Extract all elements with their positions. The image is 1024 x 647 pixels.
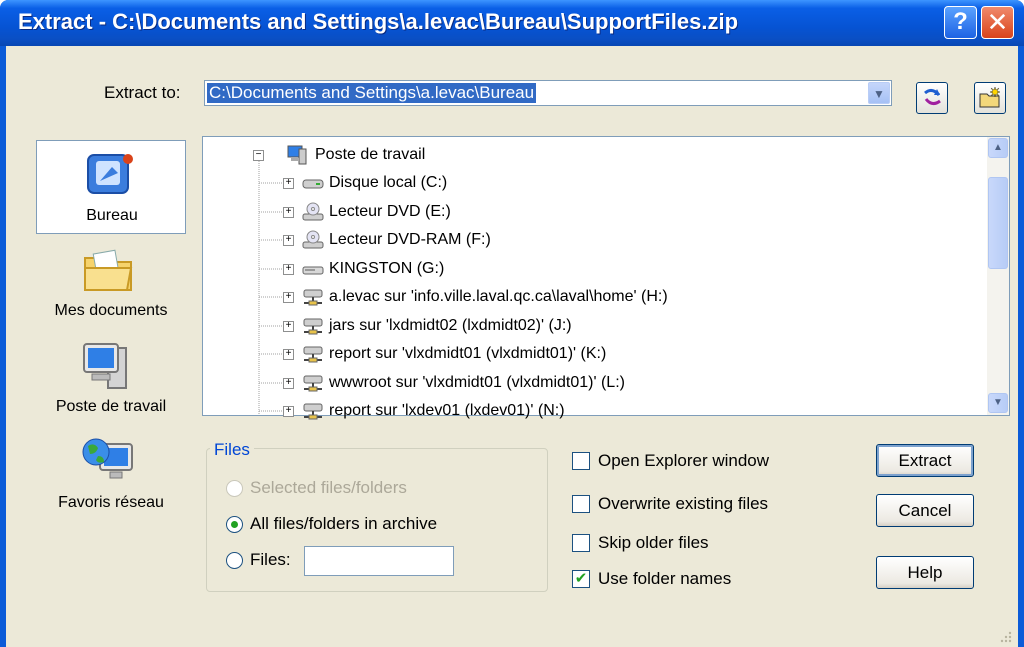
network-drive-icon bbox=[303, 289, 323, 306]
tree-label: jars sur 'lxdmidt02 (lxdmidt02)' (J:) bbox=[329, 316, 572, 334]
folder-tree[interactable]: − Poste de travail + Disque local (C:) + Le… bbox=[202, 136, 1010, 420]
close-button[interactable]: ✕ bbox=[981, 6, 1014, 39]
window-title: Extract - C:\Documents and Settings\a.le… bbox=[18, 9, 739, 34]
expand-icon[interactable]: + bbox=[283, 235, 294, 246]
expand-icon[interactable]: + bbox=[283, 292, 294, 303]
use-folder-names-label[interactable]: Use folder names bbox=[598, 569, 731, 589]
tree-label: KINGSTON (G:) bbox=[329, 259, 445, 277]
tree-label: Poste de travail bbox=[315, 146, 426, 163]
expand-icon[interactable]: + bbox=[283, 406, 294, 417]
files-radio[interactable] bbox=[226, 552, 243, 569]
extract-button[interactable]: Extract bbox=[876, 444, 974, 477]
cancel-button[interactable]: Cancel bbox=[876, 494, 974, 527]
files-group-title: Files bbox=[210, 440, 254, 460]
computer-icon bbox=[287, 145, 307, 165]
dvd-drive-icon bbox=[302, 230, 324, 249]
tree-label: Lecteur DVD (E:) bbox=[329, 202, 451, 220]
selected-files-label: Selected files/folders bbox=[250, 478, 407, 497]
extract-to-value[interactable]: C:\Documents and Settings\a.levac\Bureau bbox=[207, 83, 537, 103]
tree-label: Lecteur DVD-RAM (F:) bbox=[329, 231, 491, 248]
network-drive-icon bbox=[303, 346, 323, 363]
computer-icon bbox=[83, 343, 127, 389]
tree-connector bbox=[259, 353, 283, 355]
place-label: Poste de travail bbox=[55, 398, 167, 415]
files-label[interactable]: Files: bbox=[250, 550, 291, 570]
scroll-thumb[interactable] bbox=[988, 177, 1008, 269]
selected-files-radio bbox=[226, 480, 243, 497]
all-files-radio[interactable] bbox=[226, 516, 243, 533]
place-favoris-reseau[interactable]: Favoris réseau bbox=[36, 428, 186, 522]
overwrite-checkbox[interactable] bbox=[572, 495, 590, 513]
expand-icon[interactable]: + bbox=[283, 349, 294, 360]
desktop-icon bbox=[87, 154, 133, 194]
tree-label: wwwroot sur 'vlxdmidt01 (vlxdmidt01)' (L… bbox=[329, 373, 625, 391]
place-poste-de-travail[interactable]: Poste de travail bbox=[36, 332, 186, 426]
extract-dialog: Extract - C:\Documents and Settings\a.le… bbox=[0, 0, 1024, 647]
open-explorer-checkbox[interactable] bbox=[572, 452, 590, 470]
skip-older-checkbox[interactable] bbox=[572, 534, 590, 552]
folder-icon bbox=[84, 249, 133, 291]
resize-grip-icon[interactable] bbox=[998, 629, 1012, 643]
place-mes-documents[interactable]: Mes documents bbox=[36, 236, 186, 330]
place-bureau[interactable]: Bureau bbox=[36, 140, 186, 234]
use-folder-names-checkbox[interactable]: ✔ bbox=[572, 570, 590, 588]
place-label: Bureau bbox=[86, 207, 138, 224]
dvd-drive-icon bbox=[302, 202, 324, 220]
chevron-down-icon[interactable]: ▼ bbox=[868, 82, 890, 104]
expand-icon[interactable]: + bbox=[283, 178, 294, 189]
all-files-label[interactable]: All files/folders in archive bbox=[250, 514, 437, 534]
tree-connector bbox=[259, 382, 283, 383]
tree-connector bbox=[259, 296, 283, 298]
new-folder-icon bbox=[979, 86, 1001, 108]
title-bar[interactable]: Extract - C:\Documents and Settings\a.le… bbox=[0, 0, 1024, 46]
place-label: Mes documents bbox=[54, 302, 168, 319]
files-pattern-input[interactable] bbox=[304, 546, 454, 576]
network-icon bbox=[82, 438, 133, 479]
scroll-down-icon[interactable]: ▼ bbox=[988, 393, 1008, 413]
network-drive-icon bbox=[303, 403, 323, 420]
new-folder-button[interactable] bbox=[974, 82, 1006, 114]
removable-drive-icon bbox=[302, 266, 324, 274]
tree-label: Disque local (C:) bbox=[329, 174, 448, 191]
expand-icon[interactable]: + bbox=[283, 320, 294, 332]
collapse-icon[interactable]: − bbox=[253, 150, 264, 161]
help-title-button[interactable]: ? bbox=[944, 6, 977, 39]
open-explorer-label[interactable]: Open Explorer window bbox=[598, 451, 769, 471]
extract-to-label: Extract to: bbox=[104, 83, 181, 102]
tree-label: report sur 'lxdev01 (lxdev01)' (N:) bbox=[329, 402, 565, 419]
tree-label: a.levac sur 'info.ville.laval.qc.ca\lava… bbox=[329, 288, 668, 305]
expand-icon[interactable]: + bbox=[283, 263, 294, 275]
tree-connector bbox=[259, 182, 283, 184]
arrow-refresh-icon bbox=[924, 88, 941, 106]
help-button[interactable]: Help bbox=[876, 556, 974, 589]
places-bar: Bureau Mes documents Poste de travail Fa… bbox=[36, 140, 186, 610]
overwrite-label[interactable]: Overwrite existing files bbox=[598, 494, 768, 514]
tree-connector bbox=[259, 325, 283, 326]
tree-connector bbox=[259, 410, 283, 412]
tree-label: report sur 'vlxdmidt01 (vlxdmidt01)' (K:… bbox=[329, 345, 607, 362]
network-drive-icon bbox=[303, 318, 323, 334]
tree-connector bbox=[259, 211, 283, 212]
expand-icon[interactable]: + bbox=[283, 206, 294, 218]
hard-drive-icon bbox=[302, 179, 324, 189]
tree-scrollbar[interactable]: ▲ ▼ bbox=[987, 137, 1009, 415]
browse-back-button[interactable] bbox=[916, 82, 948, 114]
tree-connector bbox=[259, 239, 283, 241]
expand-icon[interactable]: + bbox=[283, 377, 294, 389]
dialog-body: Extract to: C:\Documents and Settings\a.… bbox=[6, 46, 1018, 647]
tree-connector bbox=[259, 268, 283, 269]
network-drive-icon bbox=[303, 375, 323, 391]
place-label: Favoris réseau bbox=[58, 494, 164, 511]
scroll-up-icon[interactable]: ▲ bbox=[988, 138, 1008, 158]
skip-older-label[interactable]: Skip older files bbox=[598, 533, 709, 553]
extract-to-combobox[interactable]: C:\Documents and Settings\a.levac\Bureau… bbox=[204, 80, 892, 106]
